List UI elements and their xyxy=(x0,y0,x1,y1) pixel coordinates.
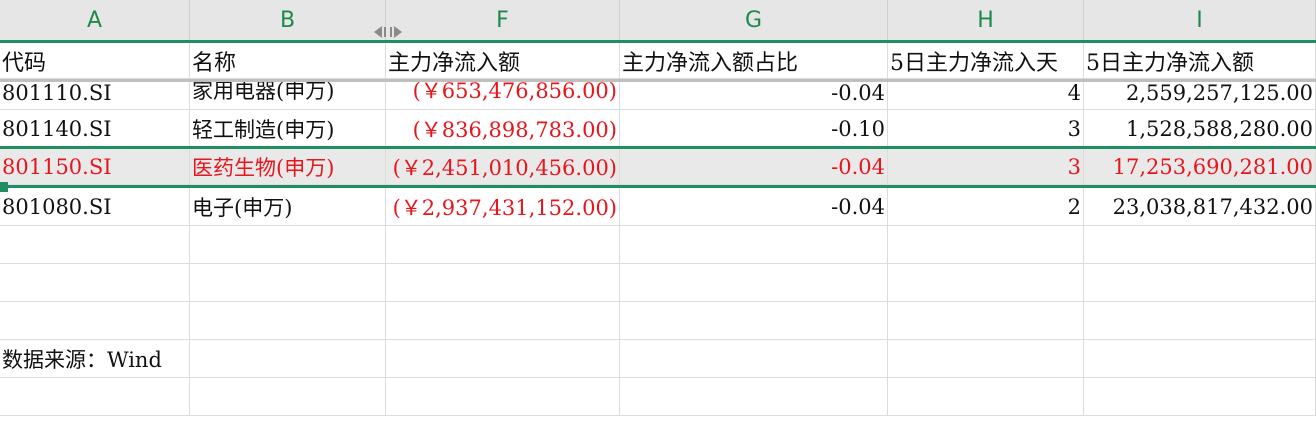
empty-cell[interactable] xyxy=(0,264,190,302)
source-note-cell[interactable]: 数据来源：Wind xyxy=(0,340,190,378)
cell-inflow-5d[interactable]: 23,038,817,432.00 xyxy=(1084,188,1316,226)
empty-cell[interactable] xyxy=(888,226,1084,264)
cell-inflow-5d[interactable]: 17,253,690,281.00 xyxy=(1084,149,1316,185)
header-name[interactable]: 名称 xyxy=(190,43,386,79)
cell-name[interactable]: 电子(申万) xyxy=(190,188,386,226)
cell-net-inflow[interactable]: (￥2,937,431,152.00) xyxy=(386,188,620,226)
cell-net-inflow[interactable]: (￥653,476,856.00) xyxy=(386,82,620,110)
header-code[interactable]: 代码 xyxy=(0,43,190,79)
empty-row xyxy=(0,378,1316,416)
column-header-a[interactable]: A xyxy=(0,0,190,40)
empty-row xyxy=(0,264,1316,302)
empty-cell[interactable] xyxy=(386,378,620,416)
cell-ratio[interactable]: -0.04 xyxy=(620,82,888,110)
empty-cell[interactable] xyxy=(888,302,1084,340)
empty-cell[interactable] xyxy=(888,378,1084,416)
empty-cell[interactable] xyxy=(190,226,386,264)
cell-name[interactable]: 家用电器(申万) xyxy=(190,82,386,110)
cell-code[interactable]: 801080.SI xyxy=(0,188,190,226)
cell-days[interactable]: 4 xyxy=(888,82,1084,110)
column-header-i[interactable]: I xyxy=(1084,0,1316,40)
empty-cell[interactable] xyxy=(1084,340,1316,378)
empty-cell[interactable] xyxy=(620,378,888,416)
cell-code[interactable]: 801140.SI xyxy=(0,110,190,148)
header-days[interactable]: 5日主力净流入天 xyxy=(888,43,1084,79)
empty-row xyxy=(0,302,1316,340)
empty-cell[interactable] xyxy=(0,378,190,416)
source-row: 数据来源：Wind xyxy=(0,340,1316,378)
empty-cell[interactable] xyxy=(190,302,386,340)
empty-cell[interactable] xyxy=(620,340,888,378)
cell-days[interactable]: 3 xyxy=(888,110,1084,148)
cell-inflow-5d[interactable]: 2,559,257,125.00 xyxy=(1084,82,1316,110)
empty-cell[interactable] xyxy=(1084,226,1316,264)
empty-cell[interactable] xyxy=(620,226,888,264)
table-row: 801080.SI 电子(申万) (￥2,937,431,152.00) -0.… xyxy=(0,188,1316,226)
header-inflow-5d[interactable]: 5日主力净流入额 xyxy=(1084,43,1316,79)
empty-cell[interactable] xyxy=(620,264,888,302)
cell-days[interactable]: 3 xyxy=(888,149,1084,185)
empty-cell[interactable] xyxy=(386,340,620,378)
empty-cell[interactable] xyxy=(1084,302,1316,340)
empty-cell[interactable] xyxy=(190,340,386,378)
empty-cell[interactable] xyxy=(1084,378,1316,416)
cell-name[interactable]: 医药生物(申万) xyxy=(190,149,386,185)
empty-cell[interactable] xyxy=(1084,264,1316,302)
empty-cell[interactable] xyxy=(190,264,386,302)
cell-ratio[interactable]: -0.04 xyxy=(620,149,888,185)
header-net-inflow[interactable]: 主力净流入额 xyxy=(386,43,620,79)
empty-cell[interactable] xyxy=(888,340,1084,378)
header-ratio[interactable]: 主力净流入额占比 xyxy=(620,43,888,79)
empty-cell[interactable] xyxy=(386,302,620,340)
cell-net-inflow[interactable]: (￥836,898,783.00) xyxy=(386,110,620,148)
empty-cell[interactable] xyxy=(0,226,190,264)
table-row-selected: 801150.SI 医药生物(申万) (￥2,451,010,456.00) -… xyxy=(0,149,1316,185)
table-header-row: 代码 名称 主力净流入额 主力净流入额占比 5日主力净流入天 5日主力净流入额 xyxy=(0,43,1316,79)
cell-net-inflow[interactable]: (￥2,451,010,456.00) xyxy=(386,149,620,185)
empty-cell[interactable] xyxy=(386,264,620,302)
empty-cell[interactable] xyxy=(0,302,190,340)
empty-cell[interactable] xyxy=(888,264,1084,302)
column-header-g[interactable]: G xyxy=(620,0,888,40)
cell-code[interactable]: 801110.SI xyxy=(0,82,190,110)
cell-inflow-5d[interactable]: 1,528,588,280.00 xyxy=(1084,110,1316,148)
table-row: 801140.SI 轻工制造(申万) (￥836,898,783.00) -0.… xyxy=(0,110,1316,148)
cell-name[interactable]: 轻工制造(申万) xyxy=(190,110,386,148)
empty-cell[interactable] xyxy=(620,302,888,340)
empty-row xyxy=(0,226,1316,264)
column-header-f[interactable]: F xyxy=(386,0,620,40)
spreadsheet: A B F G H I 代码 名称 主力净流入额 主力净流入额占比 5日主力净流… xyxy=(0,0,1316,422)
cell-ratio[interactable]: -0.10 xyxy=(620,110,888,148)
column-header-h[interactable]: H xyxy=(888,0,1084,40)
empty-cell[interactable] xyxy=(386,226,620,264)
cell-days[interactable]: 2 xyxy=(888,188,1084,226)
column-header-b[interactable]: B xyxy=(190,0,386,40)
cell-ratio[interactable]: -0.04 xyxy=(620,188,888,226)
table-row: 801110.SI 家用电器(申万) (￥653,476,856.00) -0.… xyxy=(0,82,1316,110)
empty-cell[interactable] xyxy=(190,378,386,416)
hidden-columns-marker-icon[interactable] xyxy=(372,25,404,39)
cell-code[interactable]: 801150.SI xyxy=(0,149,190,185)
